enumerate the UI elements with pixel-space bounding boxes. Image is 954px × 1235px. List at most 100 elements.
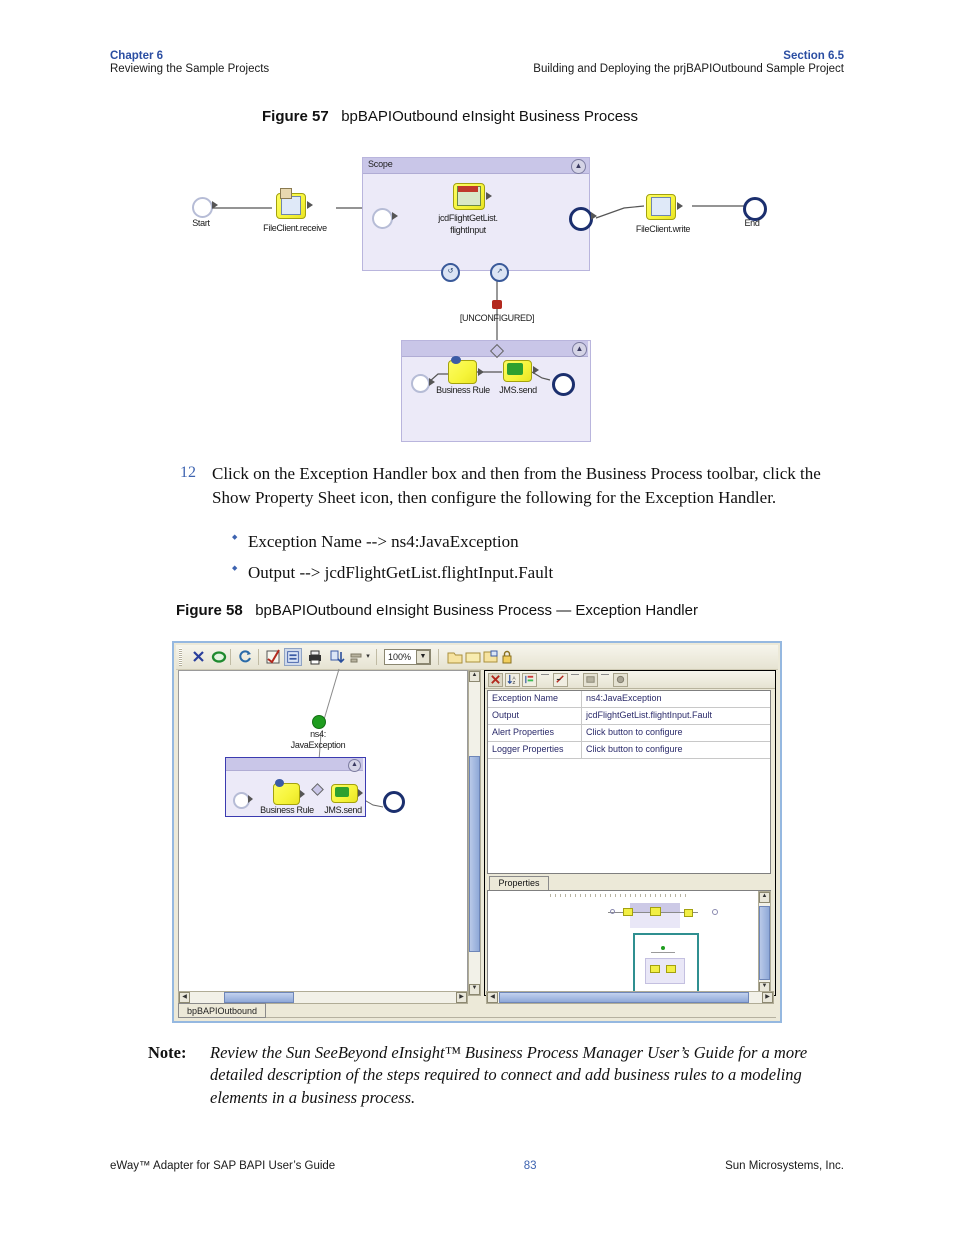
toolbar-separator-2 bbox=[258, 649, 259, 665]
box-icon[interactable] bbox=[583, 673, 598, 687]
canvas-vertical-scrollbar[interactable]: ▲ ▼ bbox=[468, 670, 481, 996]
cut-icon[interactable] bbox=[190, 648, 208, 666]
page-footer: eWay™ Adapter for SAP BAPI User’s Guide … bbox=[110, 1160, 844, 1172]
java-exception-label-line1: ns4: bbox=[310, 729, 326, 739]
toolbar-separator-4 bbox=[438, 649, 439, 665]
overview-start-node-icon bbox=[610, 909, 615, 914]
java-exception-token-icon[interactable] bbox=[312, 715, 326, 729]
overview-ruler bbox=[550, 894, 690, 897]
lock-icon[interactable] bbox=[498, 648, 516, 666]
refresh-icon[interactable] bbox=[236, 648, 254, 666]
toolbar-separator-1 bbox=[230, 649, 231, 665]
link-icon[interactable] bbox=[210, 648, 228, 666]
property-key: Exception Name bbox=[488, 691, 582, 707]
circle-icon[interactable] bbox=[613, 673, 628, 687]
process-canvas[interactable]: ns4: JavaException ▲ Business Rule JMS.s… bbox=[178, 668, 468, 996]
exception-icon[interactable] bbox=[488, 673, 503, 687]
print-icon[interactable] bbox=[306, 648, 324, 666]
main-toolbar: ▾ 100% ▼ bbox=[176, 645, 778, 670]
bullet-exception-name: Exception Name --> ns4:JavaException bbox=[232, 532, 832, 552]
edit-icon[interactable] bbox=[553, 673, 568, 687]
eh-start-node[interactable] bbox=[411, 374, 430, 393]
business-rule-node[interactable] bbox=[448, 360, 477, 384]
exception-handler-connectors bbox=[428, 371, 551, 383]
property-key: Alert Properties bbox=[488, 725, 582, 741]
open-folder-icon[interactable] bbox=[446, 648, 464, 666]
business-rule-arrow-icon bbox=[478, 368, 484, 376]
canvas-scroll-up-button[interactable]: ▲ bbox=[469, 671, 480, 682]
property-table[interactable]: Exception Name ns4:JavaException Output … bbox=[487, 690, 771, 874]
table-row[interactable]: Output jcdFlightGetList.flightInput.Faul… bbox=[488, 708, 770, 725]
exception-handler-box-collapse-icon[interactable]: ▲ bbox=[348, 759, 361, 772]
overview-vertical-scrollbar[interactable]: ▲ ▼ bbox=[758, 891, 771, 994]
sort-icon[interactable] bbox=[328, 648, 346, 666]
overview-write-node-icon bbox=[684, 909, 693, 917]
figure-58-title: bpBAPIOutbound eInsight Business Process… bbox=[255, 602, 698, 619]
business-rule-label: Business Rule bbox=[436, 385, 490, 395]
tab-properties[interactable]: Properties bbox=[489, 876, 549, 890]
overview-scroll-up-button[interactable]: ▲ bbox=[759, 892, 770, 903]
overview-end-node-icon bbox=[712, 909, 718, 915]
table-row[interactable]: Exception Name ns4:JavaException bbox=[488, 691, 770, 708]
folder-icon[interactable] bbox=[464, 648, 482, 666]
toolbar-grip[interactable] bbox=[179, 648, 182, 666]
section-label: Section 6.5 bbox=[783, 50, 844, 62]
property-key: Logger Properties bbox=[488, 742, 582, 758]
overview-vscroll-thumb[interactable] bbox=[759, 906, 770, 980]
canvas-scroll-down-button[interactable]: ▼ bbox=[469, 984, 480, 995]
footer-left: eWay™ Adapter for SAP BAPI User’s Guide bbox=[110, 1160, 336, 1172]
business-rule-badge-icon bbox=[451, 356, 461, 364]
canvas-business-rule-label: Business Rule bbox=[260, 805, 314, 815]
figure-57-caption: Figure 57 bpBAPIOutbound eInsight Busine… bbox=[262, 108, 638, 125]
section-subtitle: Building and Deploying the prjBAPIOutbou… bbox=[533, 63, 844, 75]
exception-handler-box-header bbox=[226, 758, 363, 771]
show-property-sheet-icon[interactable] bbox=[284, 648, 302, 666]
step-12-bullets: Exception Name --> ns4:JavaException Out… bbox=[232, 532, 832, 594]
figure-57-label: Figure 57 bbox=[262, 108, 329, 125]
jms-send-arrow-icon bbox=[533, 366, 539, 374]
overview-exception-underline bbox=[651, 952, 675, 953]
figure-57-title: bpBAPIOutbound eInsight Business Process bbox=[341, 108, 639, 125]
eh-end-node[interactable] bbox=[552, 373, 575, 396]
footer-right: Sun Microsystems, Inc. bbox=[725, 1160, 844, 1172]
property-toolbar-separator-2 bbox=[571, 674, 579, 675]
process-overview-pane[interactable] bbox=[487, 890, 771, 995]
property-toolbar-separator-1 bbox=[541, 674, 549, 675]
running-head: Chapter 6 Section 6.5 Reviewing the Samp… bbox=[110, 50, 844, 75]
overview-jms-send-icon bbox=[666, 965, 676, 973]
property-value[interactable]: Click button to configure bbox=[582, 742, 770, 758]
canvas-business-rule-badge-icon bbox=[275, 779, 284, 787]
property-value[interactable]: Click button to configure bbox=[582, 725, 770, 741]
overview-jcd-node-icon bbox=[650, 907, 661, 916]
status-bar bbox=[178, 1002, 776, 1018]
canvas-jms-send-glyph bbox=[335, 787, 349, 797]
overview-business-rule-icon bbox=[650, 965, 660, 973]
jms-send-glyph bbox=[507, 363, 523, 375]
property-toolbar: AZ bbox=[485, 671, 775, 689]
tab-bp-bapi-outbound[interactable]: bpBAPIOutbound bbox=[178, 1003, 266, 1018]
figure-57-diagram: Scope ▲ Start FileClient.receive jcdFlig… bbox=[176, 150, 786, 450]
page-number: 83 bbox=[523, 1160, 537, 1172]
property-value[interactable]: jcdFlightGetList.flightInput.Fault bbox=[582, 708, 770, 724]
property-value[interactable]: ns4:JavaException bbox=[582, 691, 770, 707]
table-row[interactable]: Alert Properties Click button to configu… bbox=[488, 725, 770, 742]
jms-send-label: JMS.send bbox=[499, 385, 537, 395]
canvas-vscroll-thumb[interactable] bbox=[469, 756, 480, 952]
bullet-output: Output --> jcdFlightGetList.flightInput.… bbox=[232, 563, 832, 583]
eh-canvas-start-arrow-icon bbox=[248, 795, 253, 803]
zoom-dropdown-icon[interactable]: ▼ bbox=[416, 650, 430, 664]
einsight-application-window: ▾ 100% ▼ ns4: JavaException ▲ Business R… bbox=[172, 641, 782, 1023]
categorize-icon[interactable] bbox=[522, 673, 537, 687]
step-12-number: 12 bbox=[180, 464, 196, 481]
table-row[interactable]: Logger Properties Click button to config… bbox=[488, 742, 770, 759]
note-label: Note: bbox=[148, 1043, 187, 1062]
figure-58-caption: Figure 58 bpBAPIOutbound eInsight Busine… bbox=[176, 602, 698, 619]
align-dropdown-icon[interactable]: ▾ bbox=[364, 648, 372, 666]
validate-icon[interactable] bbox=[264, 648, 282, 666]
sort-az-icon[interactable]: AZ bbox=[505, 673, 520, 687]
java-exception-label-line2: JavaException bbox=[290, 740, 346, 750]
chapter-label: Chapter 6 bbox=[110, 50, 164, 62]
canvas-business-rule-arrow-icon bbox=[300, 790, 305, 798]
eh-canvas-end-node[interactable] bbox=[383, 791, 405, 813]
step-12: 12 Click on the Exception Handler box an… bbox=[180, 462, 840, 510]
